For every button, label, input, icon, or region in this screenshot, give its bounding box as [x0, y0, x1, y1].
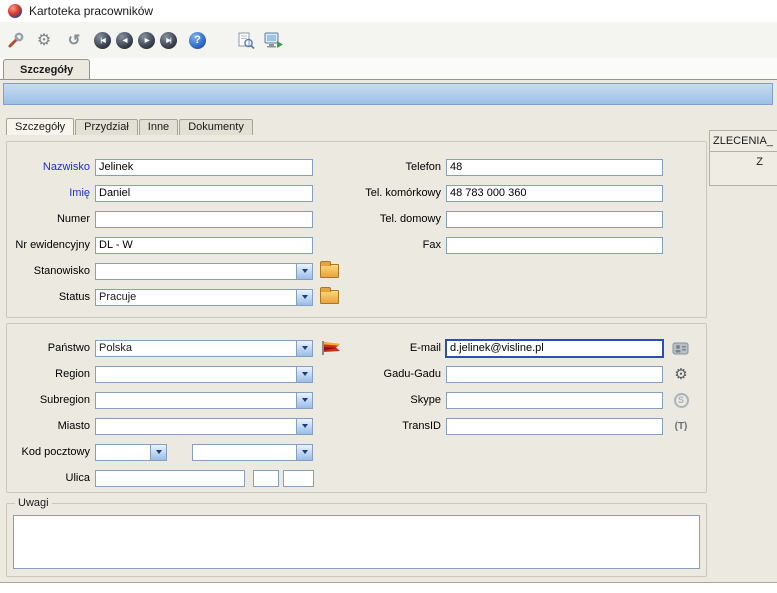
chevron-down-icon[interactable] [296, 366, 312, 382]
zlecenia-panel: ZLECENIA_ Z [709, 130, 777, 186]
zlecenia-header: ZLECENIA_ [710, 131, 777, 152]
search-document-icon[interactable] [236, 30, 256, 50]
status-label: Status [58, 291, 90, 303]
undo-icon[interactable]: ↺ [64, 30, 84, 50]
transid-input[interactable] [446, 417, 663, 435]
email-input[interactable] [446, 339, 663, 357]
nr-domu-input[interactable] [253, 469, 279, 487]
header-bar [3, 83, 773, 105]
nazwisko-input[interactable] [95, 158, 313, 176]
imie-input[interactable] [95, 184, 313, 202]
uwagi-group: Uwagi [6, 497, 707, 577]
address-group: Państwo Polska Region Subregion Miasto K… [6, 323, 707, 493]
uwagi-label: Uwagi [15, 497, 52, 509]
settings-icon[interactable]: ⚙ [34, 30, 54, 50]
subtab-szczegoly[interactable]: Szczegóły [6, 118, 75, 135]
tab-szczegoly-main[interactable]: Szczegóły [3, 59, 91, 80]
nr-ewidencyjny-input[interactable] [95, 236, 313, 254]
stanowisko-combo[interactable] [95, 262, 313, 280]
uwagi-textarea[interactable] [13, 515, 700, 569]
numer-input[interactable] [95, 210, 313, 228]
kod-pocztowy-label: Kod pocztowy [21, 446, 90, 458]
status-combo-value: Pracuje [99, 290, 137, 303]
tel-komorkowy-input[interactable] [446, 184, 663, 202]
region-combo[interactable] [95, 365, 313, 383]
chevron-down-icon[interactable] [296, 289, 312, 305]
toolbar: ⚙ ↺ |◀ ◀ ▶ ▶| ? [0, 22, 777, 58]
numer-label: Numer [56, 213, 90, 225]
skype-icon[interactable]: S [670, 392, 692, 409]
imie-label: Imię [69, 187, 90, 199]
nazwisko-label: Nazwisko [42, 161, 90, 173]
nr-lokalu-input[interactable] [283, 469, 314, 487]
ulica-label: Ulica [65, 472, 90, 484]
contact-card-icon[interactable] [670, 340, 692, 357]
skype-input[interactable] [446, 391, 663, 409]
computer-icon[interactable] [264, 30, 284, 50]
chevron-down-icon[interactable] [296, 444, 312, 460]
previous-record-icon[interactable]: ◀ [116, 31, 133, 49]
stanowisko-combo-value [96, 264, 296, 279]
flag-icon[interactable] [320, 340, 342, 357]
panstwo-label: Państwo [47, 342, 90, 354]
title-bar: Kartoteka pracowników [0, 0, 777, 22]
next-record-icon[interactable]: ▶ [138, 31, 155, 49]
last-record-icon[interactable]: ▶| [160, 31, 177, 49]
chevron-down-icon[interactable] [296, 392, 312, 408]
fax-input[interactable] [446, 236, 663, 254]
first-record-icon[interactable]: |◀ [94, 31, 111, 49]
stanowisko-folder-icon[interactable] [320, 261, 339, 278]
transid-icon[interactable]: (T) [670, 418, 692, 435]
gear-icon[interactable]: ⚙ [670, 366, 692, 383]
ulica-input[interactable] [95, 469, 245, 487]
fax-label: Fax [422, 239, 441, 251]
content-area: Szczegóły Przydział Inne Dokumenty ZLECE… [0, 79, 777, 583]
subregion-combo[interactable] [95, 391, 313, 409]
chevron-down-icon[interactable] [296, 340, 312, 356]
subregion-label: Subregion [39, 394, 90, 406]
panstwo-combo[interactable]: Polska [95, 339, 313, 357]
main-tab-strip: Szczegóły [0, 58, 777, 80]
poczta-combo-value [193, 445, 296, 460]
kod-pocztowy-combo[interactable] [95, 443, 167, 461]
poczta-combo[interactable] [192, 443, 313, 461]
miasto-label: Miasto [57, 420, 90, 432]
region-label: Region [55, 368, 90, 380]
status-combo[interactable]: Pracuje [95, 288, 313, 306]
transid-label: TransID [402, 420, 441, 432]
chevron-down-icon[interactable] [296, 418, 312, 434]
subtab-przydzial[interactable]: Przydział [75, 119, 138, 135]
tel-komorkowy-label: Tel. komórkowy [365, 187, 441, 199]
tel-domowy-label: Tel. domowy [379, 213, 441, 225]
skype-glyph: S [673, 392, 689, 408]
help-icon[interactable]: ? [189, 31, 206, 49]
subregion-combo-value [96, 393, 296, 408]
subtab-inne[interactable]: Inne [138, 119, 179, 135]
subtab-strip: Szczegóły Przydział Inne Dokumenty [6, 118, 254, 135]
status-folder-icon[interactable] [320, 287, 339, 304]
app-icon [8, 4, 22, 18]
region-combo-value [96, 367, 296, 382]
panstwo-combo-value: Polska [99, 341, 133, 354]
email-label: E-mail [409, 342, 441, 354]
window: Kartoteka pracowników ⚙ ↺ |◀ ◀ ▶ ▶| ? Sz… [0, 0, 777, 593]
zlecenia-value: Z [756, 156, 763, 168]
tel-domowy-input[interactable] [446, 210, 663, 228]
gadu-gadu-input[interactable] [446, 365, 663, 383]
chevron-down-icon[interactable] [296, 263, 312, 279]
nr-ewidencyjny-label: Nr ewidencyjny [15, 239, 90, 251]
stanowisko-label: Stanowisko [33, 265, 90, 277]
kod-pocztowy-combo-value [96, 445, 150, 460]
personal-group: Nazwisko Imię Numer Nr ewidencyjny Stano… [6, 141, 707, 318]
gadu-gadu-label: Gadu-Gadu [383, 368, 441, 380]
chevron-down-icon[interactable] [150, 444, 166, 460]
tools-icon[interactable] [6, 30, 26, 50]
window-title: Kartoteka pracowników [29, 4, 154, 18]
skype-label: Skype [410, 394, 441, 406]
subtab-dokumenty[interactable]: Dokumenty [179, 119, 253, 135]
miasto-combo-value [96, 419, 296, 434]
telefon-label: Telefon [405, 161, 441, 173]
miasto-combo[interactable] [95, 417, 313, 435]
telefon-input[interactable] [446, 158, 663, 176]
